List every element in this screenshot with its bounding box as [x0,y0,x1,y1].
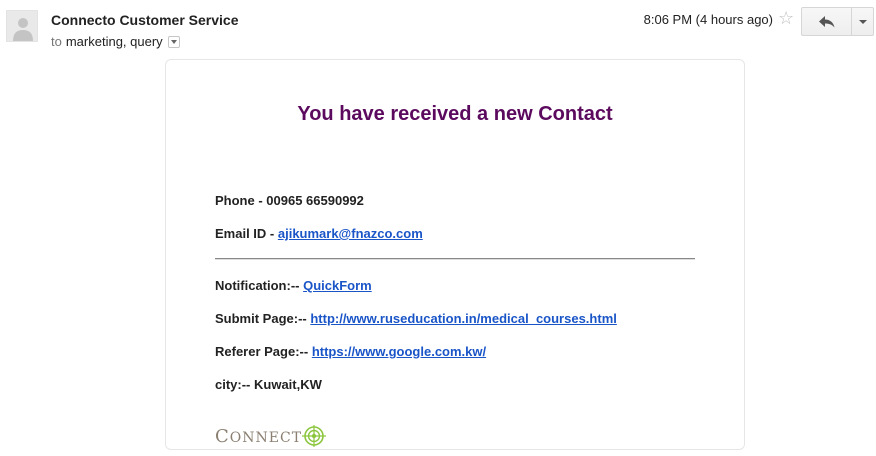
referer-page-label: Referer Page:-- [215,344,312,359]
email-field: Email ID - ajikumark@fnazco.com [215,226,423,241]
submit-page-field: Submit Page:-- http://www.ruseducation.i… [215,311,617,326]
recipients-line: to marketing, query [51,34,180,49]
email-body-card: You have received a new Contact Phone - … [165,59,745,450]
show-details-chevron-down-icon[interactable] [167,35,180,48]
email-heading: You have received a new Contact [297,103,613,125]
more-actions-chevron-down-icon[interactable] [852,7,874,36]
notification-link[interactable]: QuickForm [303,278,372,293]
recipient-names: marketing, query [65,34,163,49]
submit-page-link[interactable]: http://www.ruseducation.in/medical_cours… [310,311,617,326]
star-outline-icon[interactable]: ☆ [778,9,794,27]
email-link[interactable]: ajikumark@fnazco.com [278,226,423,241]
notification-field: Notification:-- QuickForm [215,278,372,293]
sender-avatar [6,10,38,42]
section-divider [215,258,695,260]
city-label: city:-- [215,377,254,392]
notification-label: Notification:-- [215,278,304,293]
submit-page-label: Submit Page:-- [215,311,311,326]
city-field: city:-- Kuwait,KW [215,377,322,392]
phone-field: Phone - 00965 66590992 [215,193,364,208]
phone-value: 00965 66590992 [266,193,364,208]
person-silhouette-icon [13,18,33,41]
target-icon [302,425,327,447]
reply-button-group [801,7,874,36]
message-timestamp: 8:06 PM (4 hours ago) [643,12,773,27]
referer-page-field: Referer Page:-- https://www.google.com.k… [215,344,486,359]
connecto-logo: CONNECT [215,425,327,447]
logo-wordmark: CONNECT [215,425,303,447]
to-prefix: to [51,34,62,49]
referer-page-link[interactable]: https://www.google.com.kw/ [312,344,486,359]
reply-button[interactable] [801,7,852,36]
reply-arrow-icon [818,15,834,27]
sender-name[interactable]: Connecto Customer Service [51,12,239,28]
email-label: Email ID - [215,226,278,241]
phone-label: Phone - [215,193,267,208]
city-value: Kuwait,KW [254,377,322,392]
